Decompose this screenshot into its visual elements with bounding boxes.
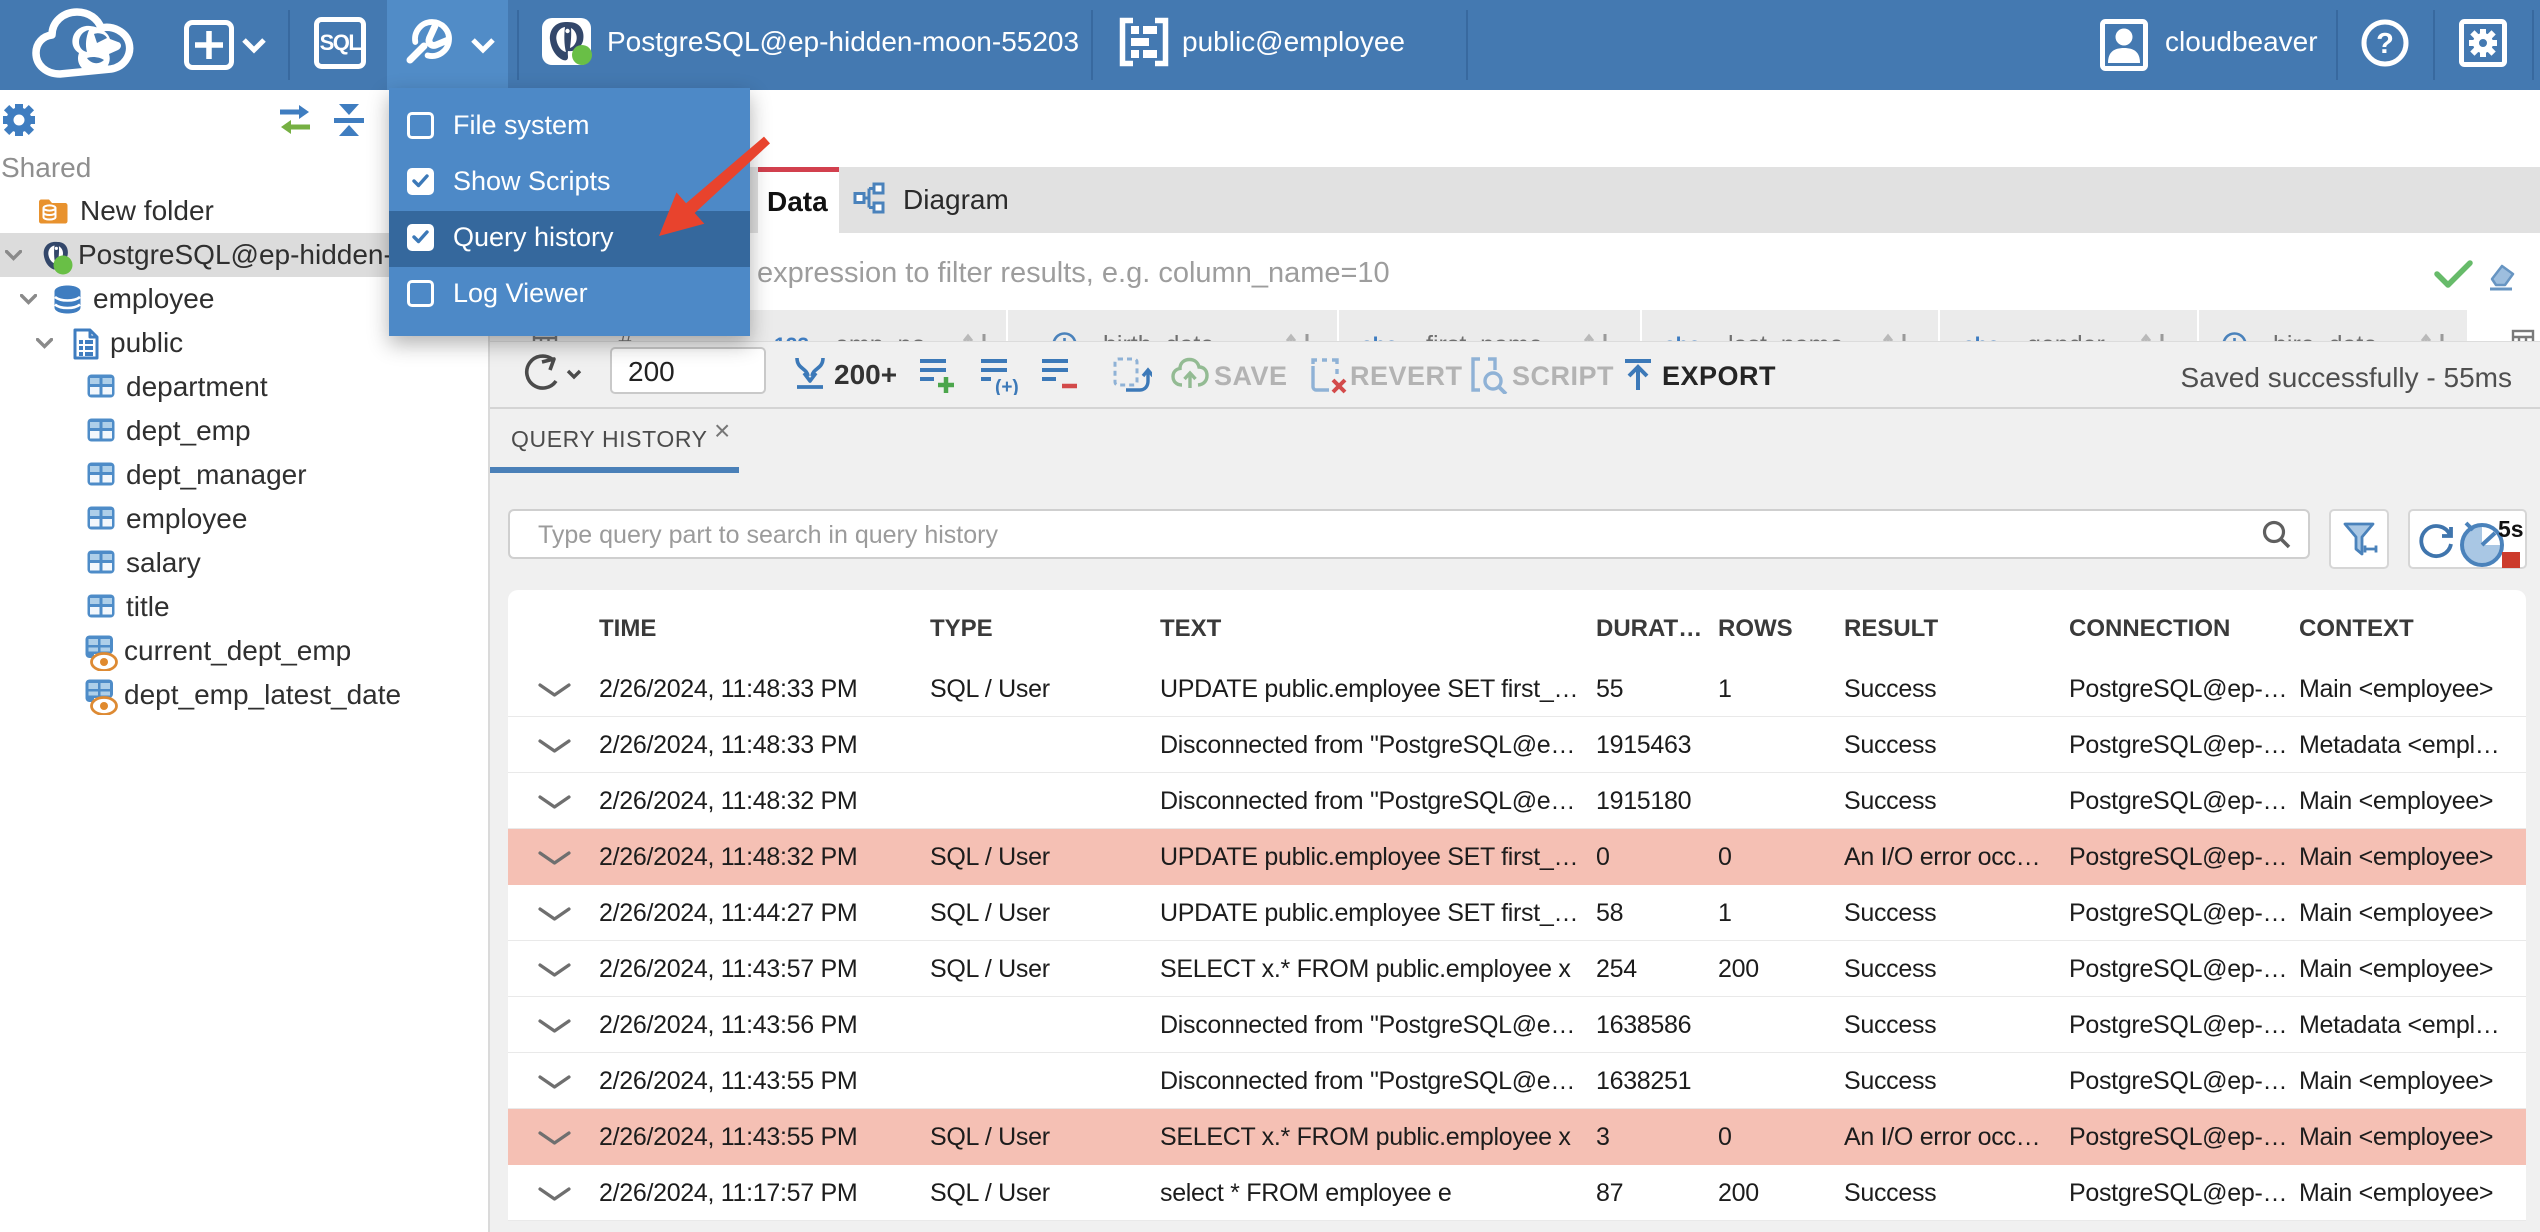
svg-text:(+): (+) [995,377,1019,395]
svg-text:5s: 5s [2498,516,2524,542]
svg-text:SQL: SQL [320,30,362,55]
svg-text:?: ? [2376,28,2394,60]
